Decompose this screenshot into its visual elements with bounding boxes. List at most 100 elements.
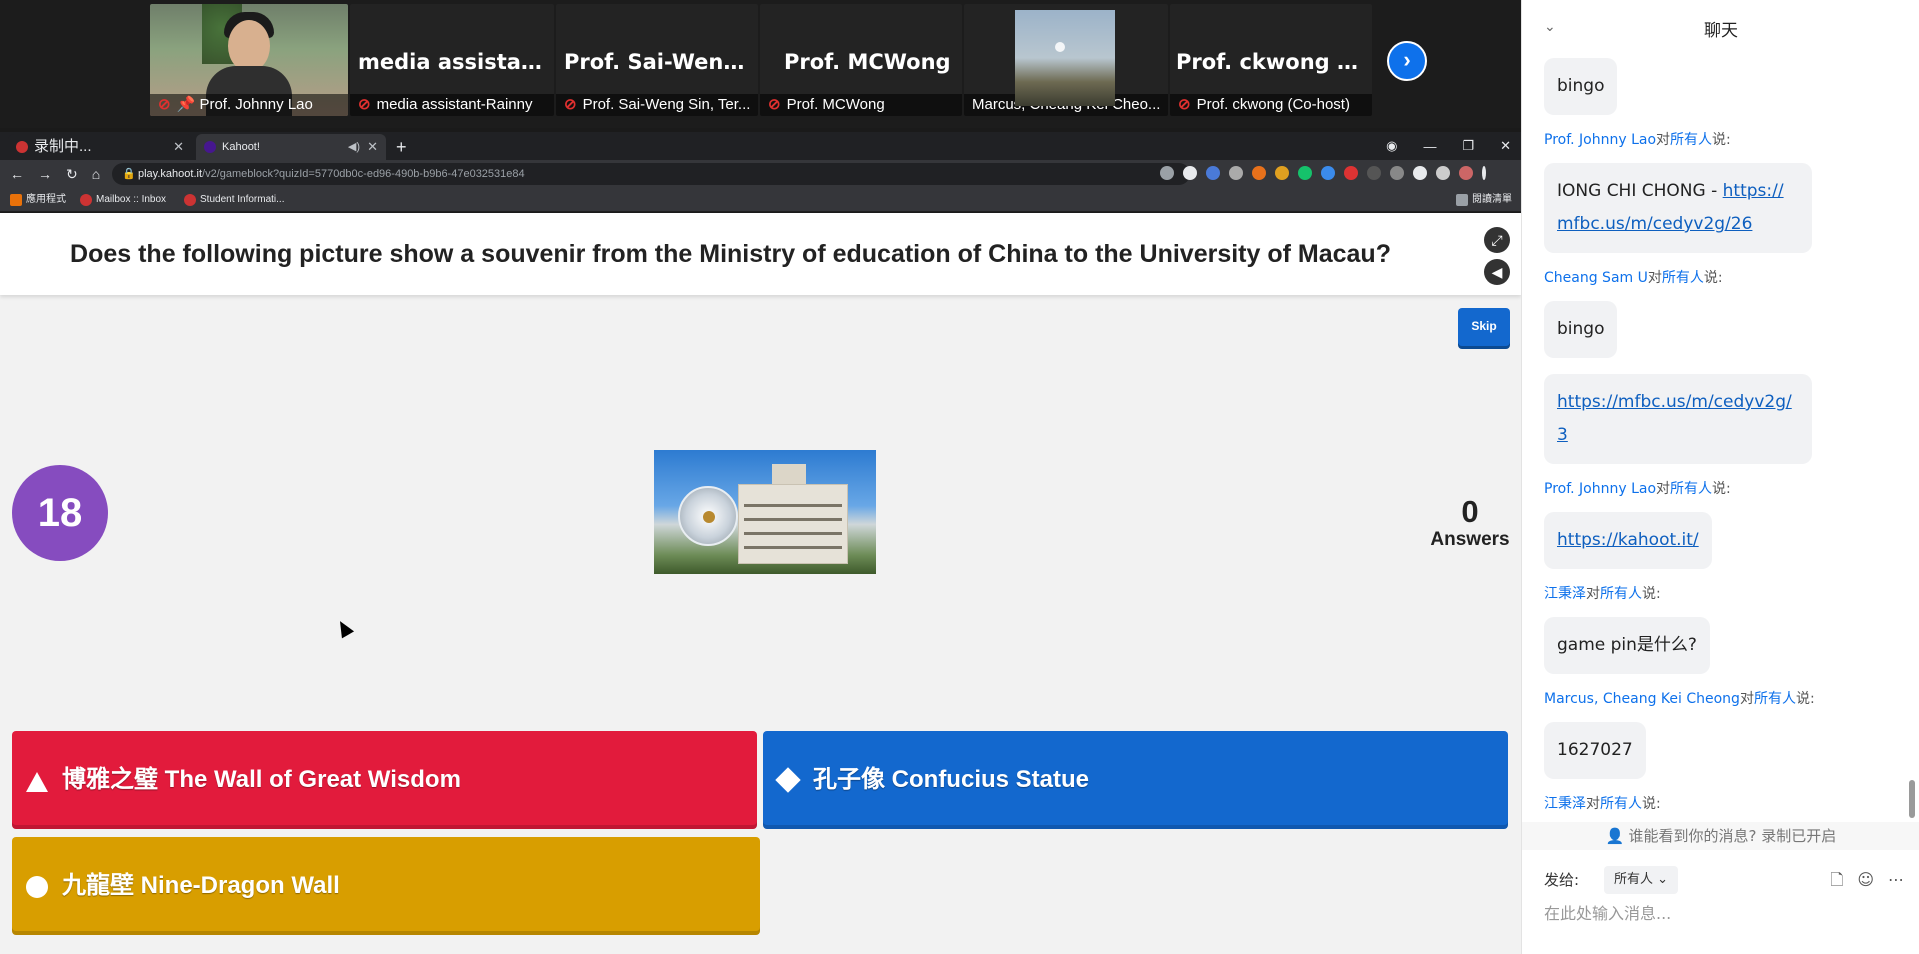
close-icon[interactable]: ✕ [367,134,378,160]
message-link[interactable]: https://mfbc.us/m/cedyv2g/3 [1557,392,1792,445]
reading-icon[interactable] [1436,166,1450,180]
star-icon[interactable] [1183,166,1197,180]
message-link[interactable]: https://kahoot.it/ [1557,530,1699,550]
message-sender-line: Cheang Sam U对所有人说: [1544,267,1894,287]
message-input[interactable]: 在此处输入消息... [1544,900,1671,924]
reading-list-icon [1456,194,1468,206]
message-bubble: https://kahoot.it/ [1544,512,1712,569]
tab-recording[interactable]: 录制中... ✕ [8,134,192,160]
to-label: 对 [1586,796,1600,812]
tile-caption: ⊘ Prof. Sai-Weng Sin, Ter... [556,94,758,116]
sender-name: Marcus, Cheang Kei Cheong [1544,691,1740,707]
skip-button[interactable]: Skip [1458,308,1510,346]
profile-avatar-icon[interactable] [1459,166,1473,180]
answer-option-diamond[interactable]: 孔子像 Confucius Statue [763,731,1508,829]
bookmark-apps[interactable]: 應用程式 [10,188,66,212]
speaker-icon[interactable]: ◀) [348,134,360,160]
video-tile[interactable]: Prof. MCWong ⊘ Prof. MCWong [760,4,962,116]
chat-messages[interactable]: bingo Prof. Johnny Lao对所有人说: IONG CHI CH… [1544,52,1894,814]
answer-option-circle[interactable]: 九龍壁 Nine-Dragon Wall [12,837,760,935]
kahoot-game: Does the following picture show a souven… [0,213,1521,954]
puzzle-icon[interactable] [1413,166,1427,180]
extension-icon[interactable] [1321,166,1335,180]
video-tile[interactable]: Prof. Sai-Weng... ⊘ Prof. Sai-Weng Sin, T… [556,4,758,116]
sender-name: 江秉泽 [1544,586,1586,602]
sender-name: Prof. Johnny Lao [1544,132,1657,148]
emoji-icon[interactable]: ☺ [1857,866,1874,894]
muted-mic-icon: ⊘ [564,96,577,113]
extension-icons [1160,166,1486,180]
file-icon[interactable]: 🗋 [1830,866,1843,894]
answers-label: Answers [1430,529,1510,550]
window-row [744,518,842,521]
restore-icon[interactable]: ❐ [1462,138,1474,154]
extension-icon[interactable] [1206,166,1220,180]
chat-message: bingo [1544,52,1894,115]
bookmark-student-info[interactable]: Student Informati... [184,188,285,212]
to-label: 对 [1656,481,1671,497]
souvenir-core [703,511,715,523]
video-tile[interactable]: ⊘ 📌 Prof. Johnny Lao [150,4,348,116]
chevron-down-icon: ⌄ [1657,872,1669,887]
sender-name: Cheang Sam U [1544,270,1648,286]
question-text: Does the following picture show a souven… [70,240,1391,268]
privacy-notice[interactable]: 👤 谁能看到你的消息? 录制已开启 [1522,822,1919,850]
forward-icon[interactable]: → [38,166,52,182]
recipient: 所有人 [1670,132,1713,148]
extension-icon[interactable] [1367,166,1381,180]
recipient: 所有人 [1753,691,1796,707]
sound-icon[interactable]: ◀ [1484,259,1510,285]
question-bar: Does the following picture show a souven… [0,213,1521,295]
url-path: /v2/gameblock?quizId=5770db0c-ed96-490b-… [202,168,525,180]
recipient: 所有人 [1600,586,1642,602]
tile-caption: ⊘ Prof. ckwong (Co-host) [1170,94,1372,116]
extension-icon[interactable] [1252,166,1266,180]
grammarly-icon[interactable] [1298,166,1312,180]
tab-kahoot[interactable]: Kahoot! ◀) ✕ [196,134,386,160]
video-tile[interactable]: media assistant-... ⊘ media assistant-Rai… [350,4,554,116]
says-label: 说: [1712,481,1731,497]
back-icon[interactable]: ← [10,166,24,182]
reload-icon[interactable]: ↻ [66,166,78,183]
says-label: 说: [1712,132,1731,148]
fullscreen-icon[interactable]: ⤢ [1484,227,1510,253]
reading-list[interactable]: 閱讀清單 [1456,188,1512,212]
translate-icon[interactable] [1160,166,1174,180]
extension-icon[interactable] [1229,166,1243,180]
more-icon[interactable]: ⋯ [1888,866,1904,894]
message-bubble: bingo [1544,58,1618,115]
home-icon[interactable]: ⌂ [92,166,100,182]
bookmark-mailbox[interactable]: Mailbox :: Inbox [80,188,166,212]
chevron-right-icon[interactable]: › [1387,41,1427,81]
chat-title: 聊天 [1704,21,1738,41]
window-controls: ◉ — ❐ ✕ [1386,132,1511,160]
answer-label: 孔子像 Confucius Statue [813,766,1090,793]
says-label: 说: [1642,796,1661,812]
close-window-icon[interactable]: ✕ [1500,138,1511,154]
bookmark-label: Mailbox :: Inbox [96,194,167,205]
muted-mic-icon: ⊘ [358,96,371,113]
to-label: 对 [1656,132,1671,148]
minimize-icon[interactable]: — [1423,139,1436,154]
tile-caption: ⊘ Prof. MCWong [760,94,962,116]
chat-message: https://mfbc.us/m/cedyv2g/3 [1544,360,1894,464]
pin-icon: 📌 [176,96,200,113]
notice-text: 谁能看到你的消息? 录制已开启 [1628,827,1837,845]
url-input[interactable]: 🔒 play.kahoot.it/v2/gameblock?quizId=5770… [112,163,1190,185]
close-icon[interactable]: ✕ [173,134,184,160]
new-tab-button[interactable]: + [396,135,407,159]
media-control-icon[interactable]: ◉ [1386,138,1397,154]
chat-scrollbar[interactable] [1909,780,1915,818]
recipient: 所有人 [1661,270,1704,286]
kebab-menu-icon[interactable] [1482,166,1486,180]
extension-icon[interactable] [1390,166,1404,180]
recipient-select[interactable]: 所有人 ⌄ [1604,866,1679,894]
extension-icon[interactable] [1275,166,1289,180]
bookmarks-bar: 應用程式 Mailbox :: Inbox Student Informati.… [0,188,1521,212]
extension-icon[interactable] [1344,166,1358,180]
browser-tab-bar: 录制中... ✕ Kahoot! ◀) ✕ + ◉ — ❐ ✕ [0,132,1521,160]
message-bubble: https://mfbc.us/m/cedyv2g/3 [1544,374,1812,464]
triangle-icon [26,770,48,792]
video-tile[interactable]: Prof. ckwong (C... ⊘ Prof. ckwong (Co-hos… [1170,4,1372,116]
answer-option-triangle[interactable]: 博雅之璧 The Wall of Great Wisdom [12,731,757,829]
